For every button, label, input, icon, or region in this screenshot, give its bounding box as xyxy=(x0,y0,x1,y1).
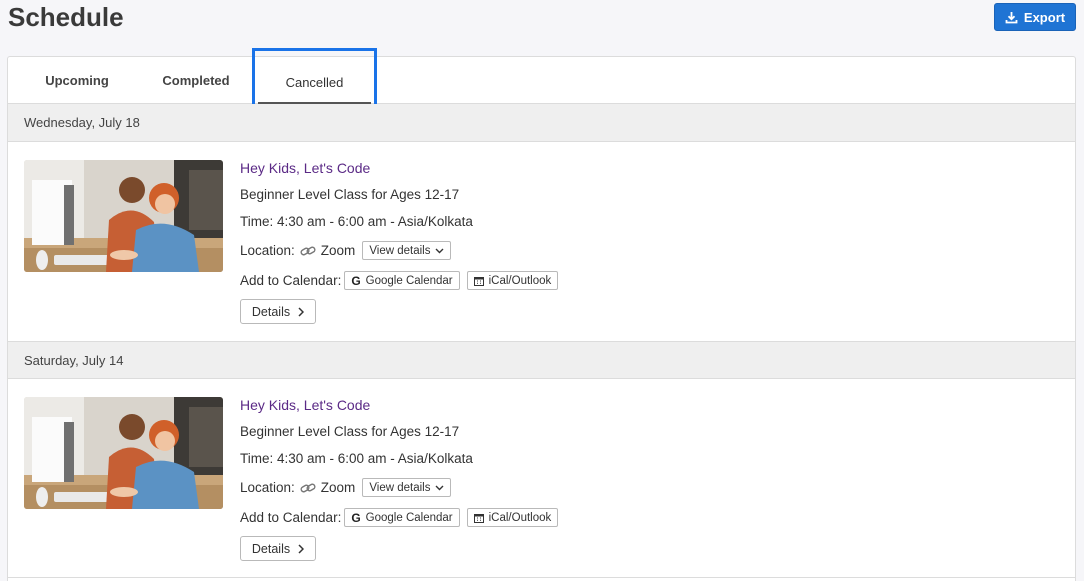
tab-cancelled[interactable]: Cancelled xyxy=(252,48,377,111)
view-details-button[interactable]: View details xyxy=(362,241,452,260)
export-button[interactable]: Export xyxy=(994,3,1076,31)
schedule-panel: Upcoming Completed Cancelled Wednesday, … xyxy=(7,48,1076,581)
calendar-label: Add to Calendar: xyxy=(240,273,342,288)
event-time: Time: 4:30 am - 6:00 am - Asia/Kolkata xyxy=(240,451,473,466)
calendar-icon xyxy=(473,276,484,286)
tab-completed-label: Completed xyxy=(162,73,230,88)
ical-outlook-label: iCal/Outlook xyxy=(488,511,552,524)
add-to-calendar: Add to Calendar: G Google Calendar iCal/… xyxy=(240,271,559,290)
location-label: Location: xyxy=(240,480,295,495)
tab-upcoming[interactable]: Upcoming xyxy=(8,57,146,104)
tab-bar: Upcoming Completed Cancelled xyxy=(8,48,1075,111)
page-title: Schedule xyxy=(8,2,124,32)
day-date: Saturday, July 14 xyxy=(24,352,124,368)
event-subtitle: Beginner Level Class for Ages 12-17 xyxy=(240,424,460,439)
location-label: Location: xyxy=(240,243,295,258)
google-calendar-button[interactable]: G Google Calendar xyxy=(344,271,460,290)
chevron-down-icon xyxy=(435,485,444,490)
event-title[interactable]: Hey Kids, Let's Code xyxy=(240,160,370,176)
details-button[interactable]: Details xyxy=(240,299,316,324)
tab-upcoming-label: Upcoming xyxy=(45,73,109,88)
details-label: Details xyxy=(251,541,291,556)
day-header: Wednesday, July 18 xyxy=(8,104,1075,142)
google-icon: G xyxy=(351,273,361,288)
day-header: Saturday, July 14 xyxy=(8,341,1075,379)
event-thumbnail[interactable] xyxy=(24,160,223,272)
ical-outlook-label: iCal/Outlook xyxy=(488,274,552,287)
tab-completed[interactable]: Completed xyxy=(146,57,246,104)
chevron-right-icon xyxy=(298,306,305,317)
calendar-icon xyxy=(473,513,484,523)
divider xyxy=(8,577,1075,578)
view-details-button[interactable]: View details xyxy=(362,478,452,497)
event-subtitle: Beginner Level Class for Ages 12-17 xyxy=(240,187,460,202)
google-calendar-label: Google Calendar xyxy=(365,274,453,287)
event-card: Hey Kids, Let's Code Beginner Level Clas… xyxy=(8,397,1075,577)
details-button[interactable]: Details xyxy=(240,536,316,561)
view-details-label: View details xyxy=(369,244,431,257)
event-location: Location: Zoom View details xyxy=(240,478,452,497)
day-date: Wednesday, July 18 xyxy=(24,115,140,130)
download-icon xyxy=(1005,11,1018,23)
ical-outlook-button[interactable]: iCal/Outlook xyxy=(466,508,559,527)
location-value: Zoom xyxy=(320,243,356,258)
chevron-down-icon xyxy=(435,248,444,253)
ical-outlook-button[interactable]: iCal/Outlook xyxy=(466,271,559,290)
event-title[interactable]: Hey Kids, Let's Code xyxy=(240,397,370,413)
link-icon xyxy=(300,246,316,255)
google-calendar-button[interactable]: G Google Calendar xyxy=(344,508,460,527)
event-time: Time: 4:30 am - 6:00 am - Asia/Kolkata xyxy=(240,214,473,229)
google-icon: G xyxy=(351,510,361,525)
chevron-right-icon xyxy=(298,543,305,554)
event-thumbnail[interactable] xyxy=(24,397,223,509)
add-to-calendar: Add to Calendar: G Google Calendar iCal/… xyxy=(240,508,559,527)
calendar-label: Add to Calendar: xyxy=(240,510,342,525)
location-value: Zoom xyxy=(320,480,356,495)
export-button-label: Export xyxy=(1023,9,1066,25)
tab-cancelled-label: Cancelled xyxy=(285,75,344,90)
event-location: Location: Zoom View details xyxy=(240,241,452,260)
link-icon xyxy=(300,483,316,492)
google-calendar-label: Google Calendar xyxy=(365,511,453,524)
view-details-label: View details xyxy=(369,481,431,494)
event-card: Hey Kids, Let's Code Beginner Level Clas… xyxy=(8,160,1075,340)
details-label: Details xyxy=(251,304,291,319)
